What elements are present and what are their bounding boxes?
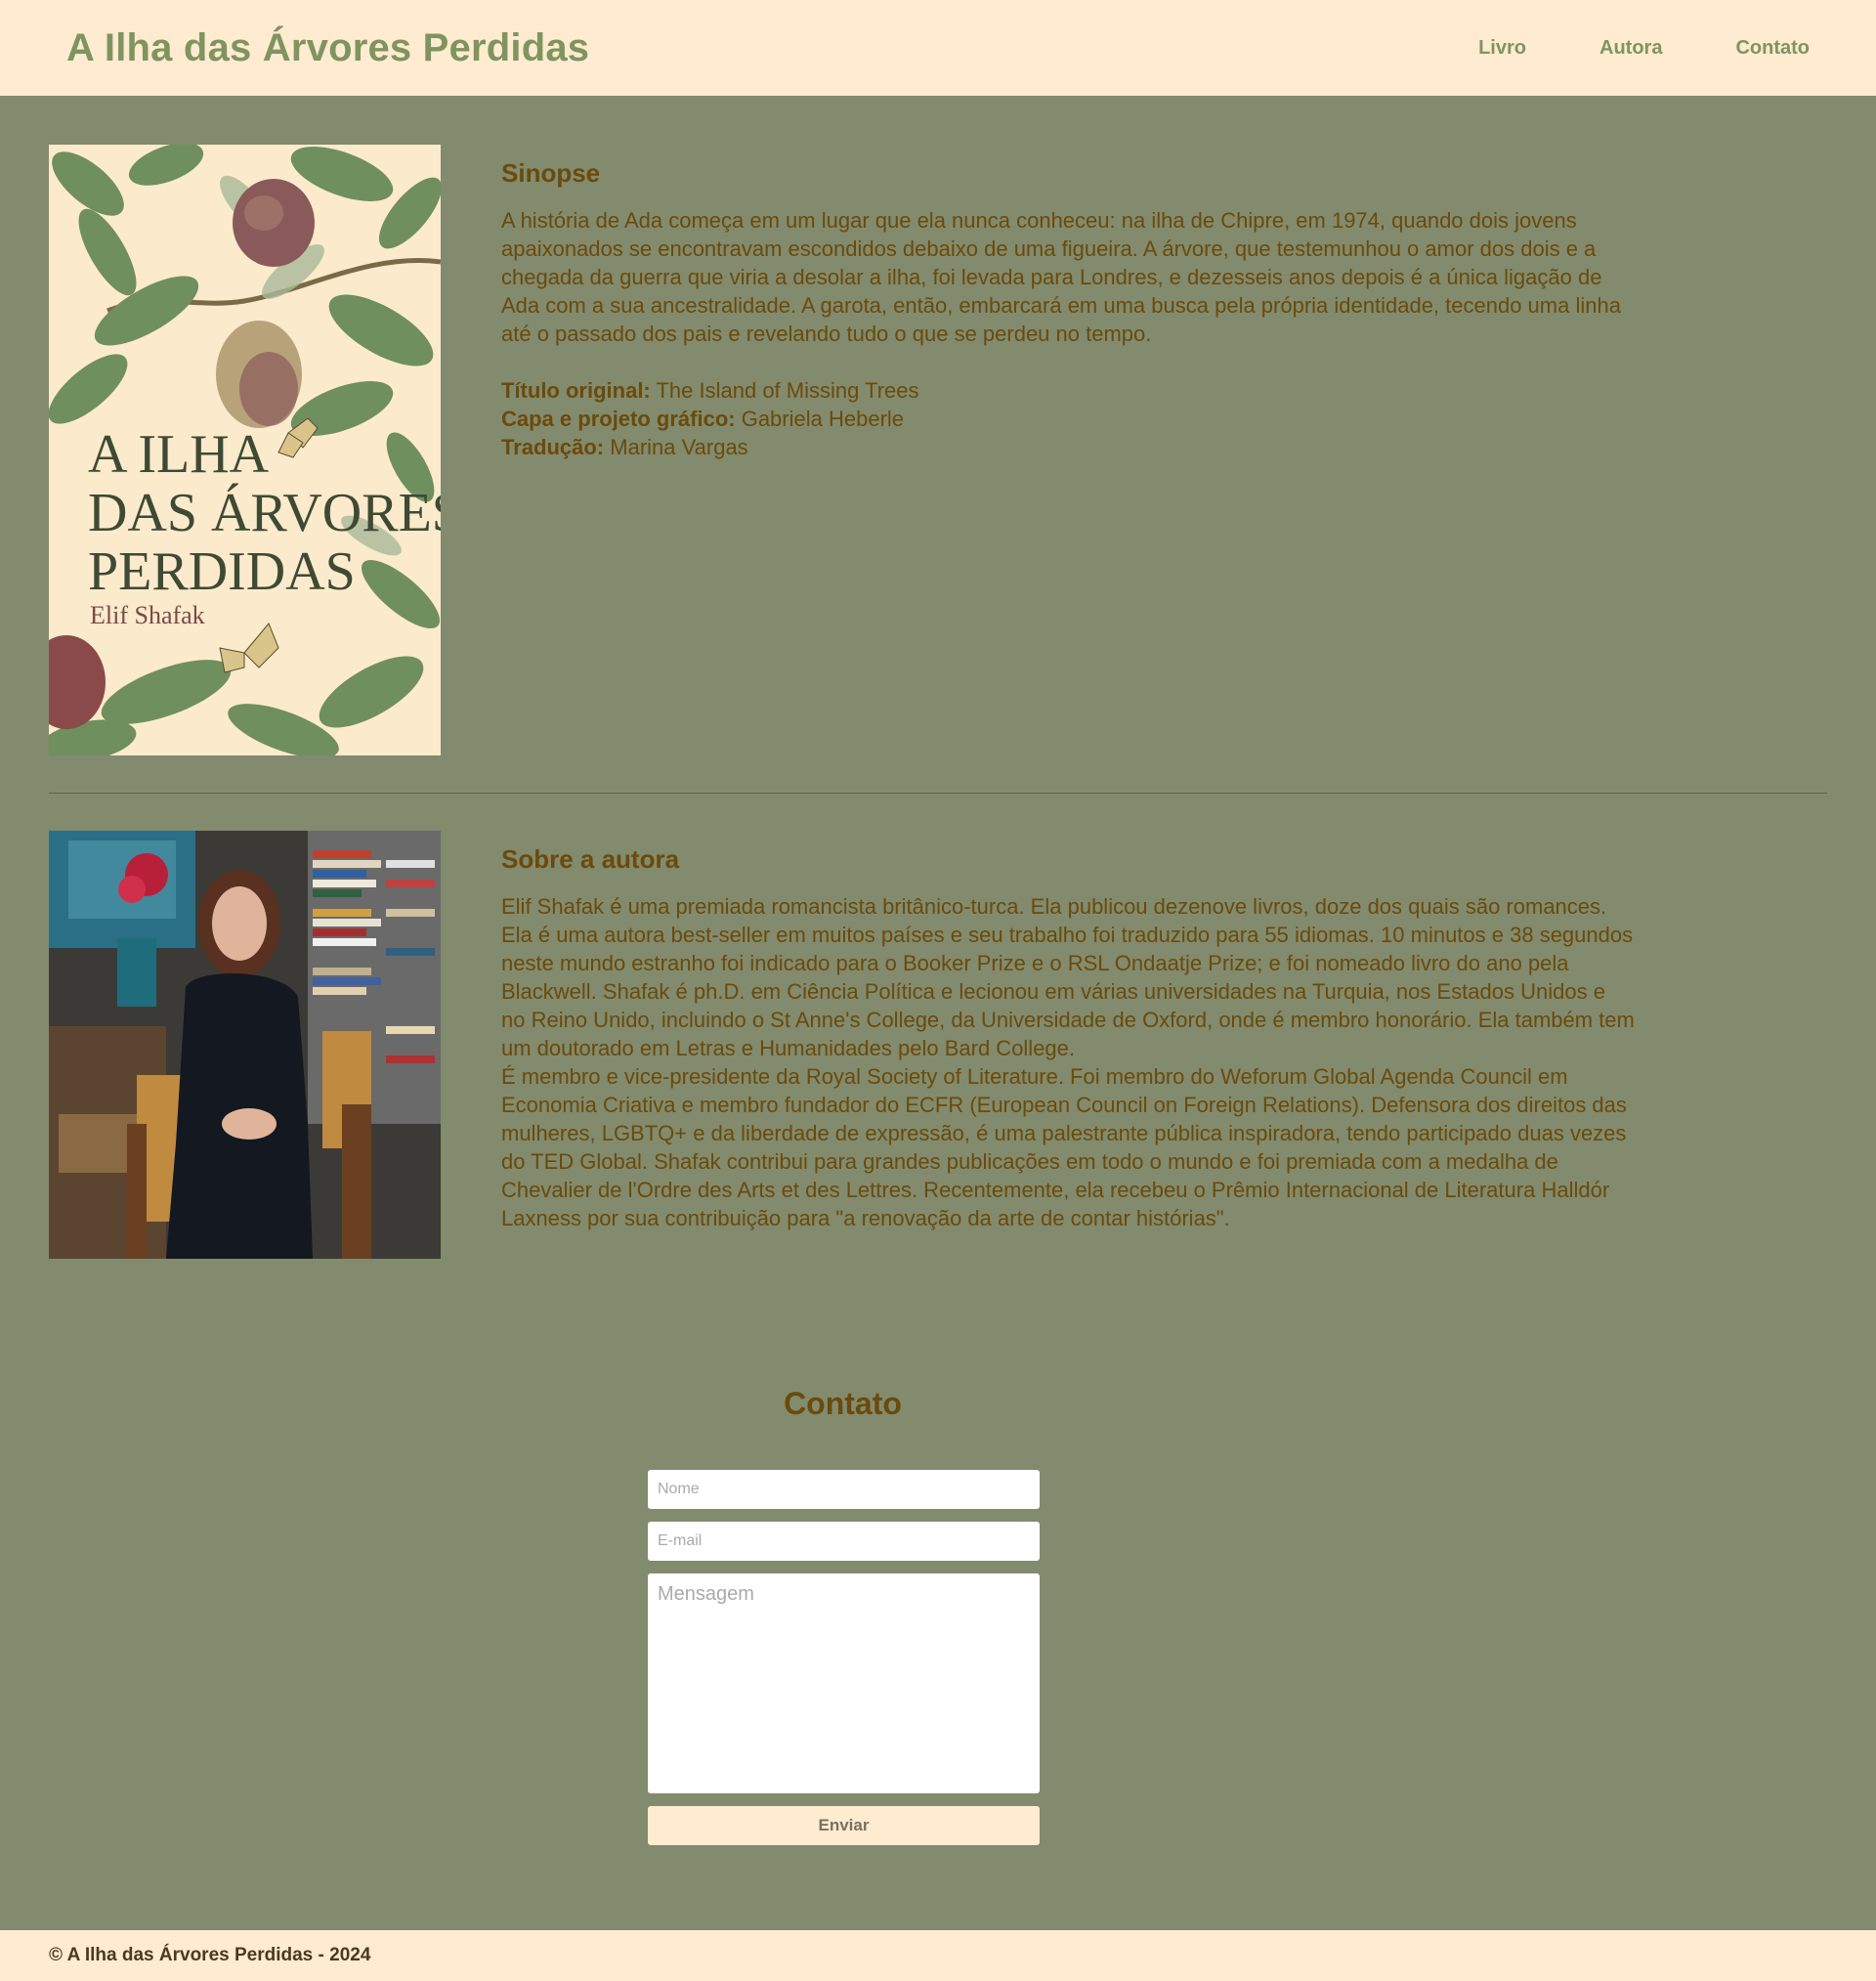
site-footer: © A Ilha das Árvores Perdidas - 2024 [0, 1930, 1876, 1981]
name-input[interactable] [648, 1470, 1040, 1509]
detail-translation: Tradução: Marina Vargas [501, 433, 1635, 461]
cover-title-line-1: A ILHA [88, 424, 270, 485]
author-bio-paragraph-2: É membro e vice-presidente da Royal Soci… [501, 1064, 1627, 1230]
detail-value: Marina Vargas [604, 435, 748, 459]
author-photo-art [49, 831, 441, 1259]
author-section: Sobre a autora Elif Shafak é uma premiad… [501, 844, 1635, 1232]
cover-author: Elif Shafak [90, 601, 205, 629]
book-cover-art: A ILHA DAS ÁRVORES PERDIDAS Elif Shafak [49, 145, 441, 755]
site-title: A Ilha das Árvores Perdidas [66, 25, 590, 69]
section-divider [49, 793, 1827, 794]
cover-title-line-3: PERDIDAS [88, 541, 356, 602]
submit-button[interactable]: Enviar [648, 1806, 1040, 1845]
message-textarea[interactable] [648, 1573, 1040, 1793]
book-cover-image: A ILHA DAS ÁRVORES PERDIDAS Elif Shafak [49, 145, 441, 755]
contact-form: Enviar [648, 1470, 1040, 1845]
footer-copyright: © A Ilha das Árvores Perdidas - 2024 [49, 1945, 371, 1965]
synopsis-text: A história de Ada começa em um lugar que… [501, 208, 1621, 346]
detail-cover-design: Capa e projeto gráfico: Gabriela Heberle [501, 405, 1635, 433]
detail-label: Tradução: [501, 435, 605, 459]
main-nav: Livro Autora Contato [1478, 37, 1810, 60]
email-input[interactable] [648, 1522, 1040, 1561]
book-details: Título original: The Island of Missing T… [501, 376, 1635, 461]
detail-label: Título original: [501, 378, 651, 403]
author-heading: Sobre a autora [501, 844, 680, 874]
contact-heading: Contato [784, 1386, 902, 1421]
synopsis-heading: Sinopse [501, 158, 601, 188]
nav-link-livro[interactable]: Livro [1478, 37, 1526, 60]
detail-value: Gabriela Heberle [735, 407, 905, 431]
site-header: A Ilha das Árvores Perdidas Livro Autora… [0, 0, 1876, 96]
detail-value: The Island of Missing Trees [650, 378, 919, 403]
synopsis-section: Sinopse A história de Ada começa em um l… [501, 158, 1635, 461]
detail-original-title: Título original: The Island of Missing T… [501, 376, 1635, 405]
author-photo [49, 831, 441, 1259]
cover-title-line-2: DAS ÁRVORES [88, 483, 441, 543]
nav-link-contato[interactable]: Contato [1735, 37, 1810, 60]
detail-label: Capa e projeto gráfico: [501, 407, 736, 431]
nav-link-autora[interactable]: Autora [1599, 37, 1662, 60]
author-bio-paragraph-1: Elif Shafak é uma premiada romancista br… [501, 894, 1635, 1060]
